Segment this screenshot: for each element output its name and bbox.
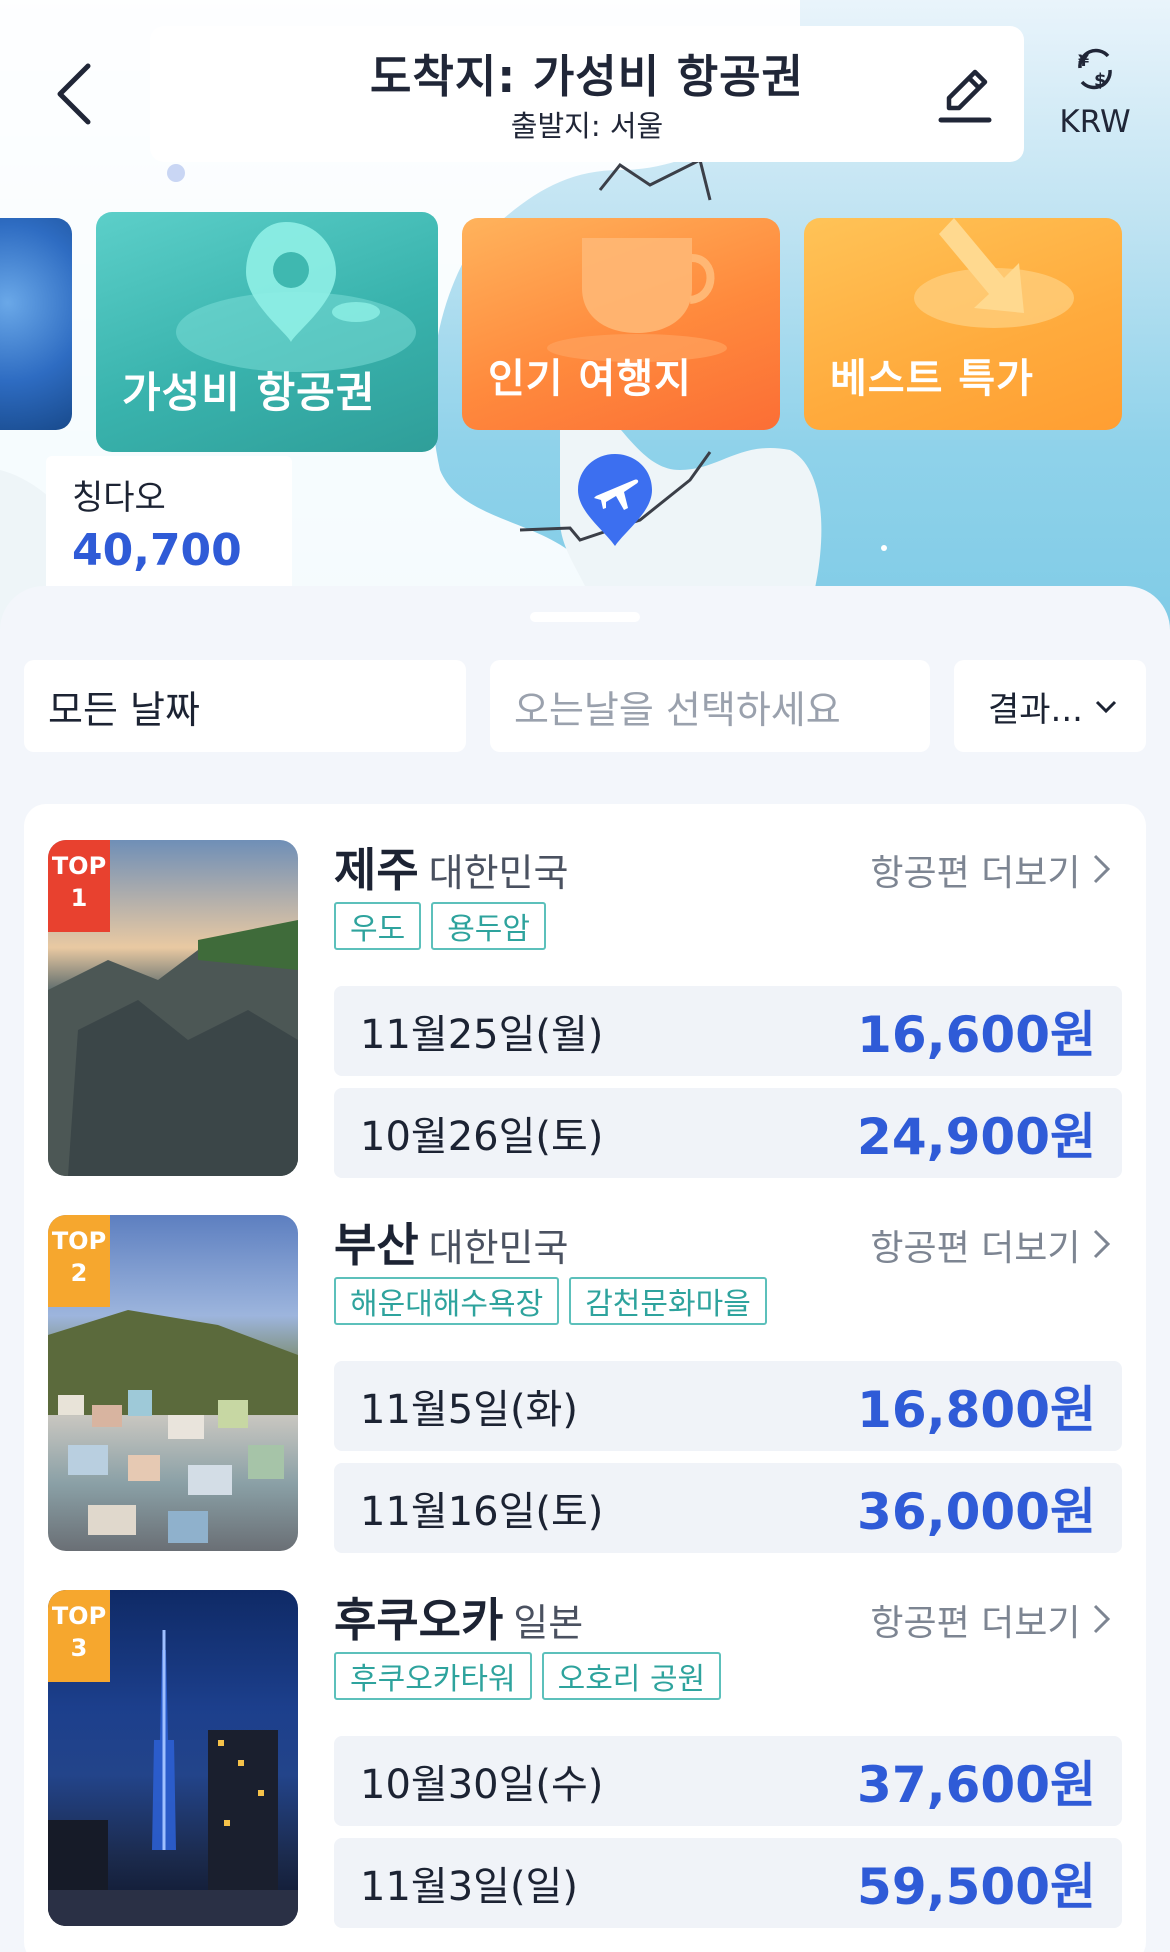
category-label: 가성비 항공권	[122, 368, 376, 417]
category-label: 베스트 특가	[830, 356, 1034, 402]
attraction-tag[interactable]: 우도	[334, 902, 422, 950]
destination-photo: TOP 1	[48, 840, 298, 1176]
destination-name: 부산 대한민국	[334, 1209, 568, 1275]
more-flights-link[interactable]: 항공편 더보기	[870, 1594, 1112, 1646]
results-sheet: 모든 날짜 오는날을 선택하세요 결과... TOP 1 제주 대한민국 항공편…	[0, 586, 1170, 1952]
category-label: 인기 여행지	[488, 356, 692, 402]
list-item[interactable]: TOP 2 부산 대한민국 항공편 더보기 해운대해수욕장 감천문화마을 11월5…	[24, 1179, 1146, 1553]
svg-text:¥: ¥	[1078, 51, 1089, 70]
destination-name: 제주 대한민국	[334, 834, 568, 900]
category-card-earth[interactable]	[0, 218, 72, 430]
chevron-left-icon	[57, 63, 91, 125]
rank-badge: TOP 3	[48, 1590, 110, 1682]
chevron-right-icon	[1093, 854, 1111, 884]
rank-badge-number: 2	[70, 1259, 88, 1287]
rank-badge-number: 1	[70, 884, 88, 912]
map-price-bubble[interactable]: 칭다오 40,700원	[46, 456, 292, 638]
tag-list: 해운대해수욕장 감천문화마을	[334, 1277, 767, 1325]
destination-city: 제주	[334, 843, 419, 897]
depart-date-filter[interactable]: 모든 날짜	[24, 660, 466, 752]
attraction-tag[interactable]: 용두암	[431, 902, 547, 950]
rank-badge-number: 3	[70, 1634, 88, 1662]
destination-city: 부산	[334, 1218, 419, 1272]
destination-photo: TOP 3	[48, 1590, 298, 1926]
fare-date: 11월16일(토)	[360, 1489, 604, 1535]
more-flights-label: 항공편 더보기	[870, 1603, 1081, 1644]
category-card-best-deals[interactable]: 베스트 특가	[804, 218, 1122, 430]
fare-price: 16,600원	[857, 1006, 1096, 1064]
destination-photo: TOP 2	[48, 1215, 298, 1551]
fare-price: 37,600원	[857, 1756, 1096, 1814]
fare-date: 11월5일(화)	[360, 1387, 578, 1433]
rank-badge-label: TOP	[51, 852, 107, 880]
more-flights-label: 항공편 더보기	[870, 853, 1081, 894]
fare-price: 24,900원	[857, 1108, 1096, 1166]
fare-row[interactable]: 11월25일(월) 16,600원	[334, 986, 1122, 1076]
tag-list: 후쿠오카타워 오호리 공원	[334, 1652, 722, 1700]
rank-badge-label: TOP	[51, 1227, 107, 1255]
fare-row[interactable]: 11월3일(일) 59,500원	[334, 1838, 1122, 1928]
fare-date: 11월25일(월)	[360, 1012, 604, 1058]
category-card-popular[interactable]: 인기 여행지	[462, 218, 780, 430]
fare-date: 11월3일(일)	[360, 1864, 578, 1910]
more-flights-label: 항공편 더보기	[870, 1228, 1081, 1269]
currency-exchange-icon: ¥ $	[1078, 48, 1112, 91]
fare-date: 10월30일(수)	[360, 1762, 604, 1808]
rank-badge: TOP 1	[48, 840, 110, 932]
back-button[interactable]	[42, 52, 106, 136]
fare-date: 10월26일(토)	[360, 1114, 604, 1160]
map-area[interactable]: 도착지: 가성비 항공권 출발지: 서울 ¥ $ KRW 가성비 항공권 인기 …	[0, 0, 1170, 640]
destination-city: 후쿠오카	[334, 1593, 504, 1647]
pencil-icon	[938, 69, 992, 123]
chevron-right-icon	[1093, 1229, 1111, 1259]
fare-price: 16,800원	[857, 1381, 1096, 1439]
origin-subtitle: 출발지: 서울	[510, 109, 664, 143]
attraction-tag[interactable]: 오호리 공원	[541, 1652, 722, 1700]
rank-badge: TOP 2	[48, 1215, 110, 1307]
airplane-pin-icon	[578, 454, 652, 546]
origin-pin[interactable]	[574, 450, 656, 550]
more-flights-link[interactable]: 항공편 더보기	[870, 1219, 1112, 1271]
destination-country: 일본	[513, 1601, 584, 1645]
list-item[interactable]: TOP 1 제주 대한민국 항공편 더보기 우도 용두암 11월25일(월) 16…	[24, 804, 1146, 1178]
destination-list: TOP 1 제주 대한민국 항공편 더보기 우도 용두암 11월25일(월) 16…	[24, 804, 1146, 1952]
category-card-value-flights[interactable]: 가성비 항공권	[96, 212, 438, 452]
fare-row[interactable]: 10월26일(토) 24,900원	[334, 1088, 1122, 1178]
destination-country: 대한민국	[428, 1226, 569, 1270]
attraction-tag[interactable]: 해운대해수욕장	[334, 1277, 560, 1325]
more-flights-link[interactable]: 항공편 더보기	[870, 844, 1112, 896]
attraction-tag[interactable]: 감천문화마을	[569, 1277, 767, 1325]
list-item[interactable]: TOP 3 후쿠오카 일본 항공편 더보기 후쿠오카타워 오호리 공원 10월30…	[24, 1554, 1146, 1928]
sheet-drag-handle[interactable]	[530, 612, 640, 622]
tag-list: 우도 용두암	[334, 902, 547, 950]
attraction-tag[interactable]: 후쿠오카타워	[334, 1652, 532, 1700]
currency-button[interactable]: ¥ $ KRW	[1050, 44, 1140, 144]
fare-price: 59,500원	[857, 1858, 1096, 1916]
map-city-name: 칭다오	[72, 478, 166, 518]
chevron-down-icon	[1095, 691, 1117, 721]
edit-button[interactable]	[935, 62, 995, 126]
fare-row[interactable]: 10월30일(수) 37,600원	[334, 1736, 1122, 1826]
fare-row[interactable]: 11월5일(화) 16,800원	[334, 1361, 1122, 1451]
return-date-filter[interactable]: 오는날을 선택하세요	[490, 660, 930, 752]
fare-price: 36,000원	[857, 1483, 1096, 1541]
page-title: 도착지: 가성비 항공권	[370, 50, 804, 103]
destination-country: 대한민국	[428, 851, 569, 895]
rank-badge-label: TOP	[51, 1602, 107, 1630]
destination-name: 후쿠오카 일본	[334, 1584, 583, 1650]
fare-row[interactable]: 11월16일(토) 36,000원	[334, 1463, 1122, 1553]
sort-dropdown[interactable]: 결과...	[954, 660, 1146, 752]
sort-label: 결과...	[988, 689, 1083, 730]
svg-text:$: $	[1094, 70, 1107, 91]
chevron-right-icon	[1093, 1604, 1111, 1634]
currency-code: KRW	[1059, 104, 1131, 140]
